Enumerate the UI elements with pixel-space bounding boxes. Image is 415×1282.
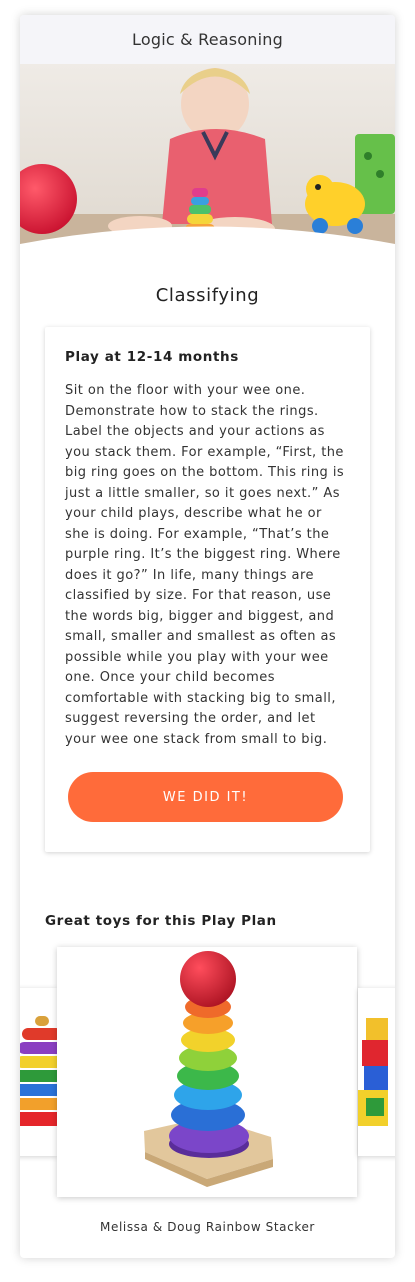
app-screen: Logic & Reasoning Classifying Play at 12… [20,15,395,1258]
hero-image [20,64,395,270]
plan-title: Classifying [155,285,260,306]
toys-carousel[interactable] [20,945,395,1205]
age-range-label: Play at 12-14 months [65,349,239,365]
toy-card[interactable] [57,947,357,1197]
play-instructions: Sit on the floor with your wee one. Demo… [65,383,345,747]
category-header: Logic & Reasoning [20,15,395,64]
toy-card-next[interactable] [358,988,395,1156]
rainbow-stacker-image [144,951,273,1187]
category-title: Logic & Reasoning [132,30,283,49]
we-did-it-button[interactable]: WE DID IT! [68,772,343,822]
toy-name[interactable]: Melissa & Doug Rainbow Stacker [20,1220,395,1234]
toys-section-heading: Great toys for this Play Plan [45,913,277,929]
toy-card-previous[interactable] [20,988,57,1156]
play-plan-card: Play at 12-14 months Sit on the floor wi… [45,327,370,852]
